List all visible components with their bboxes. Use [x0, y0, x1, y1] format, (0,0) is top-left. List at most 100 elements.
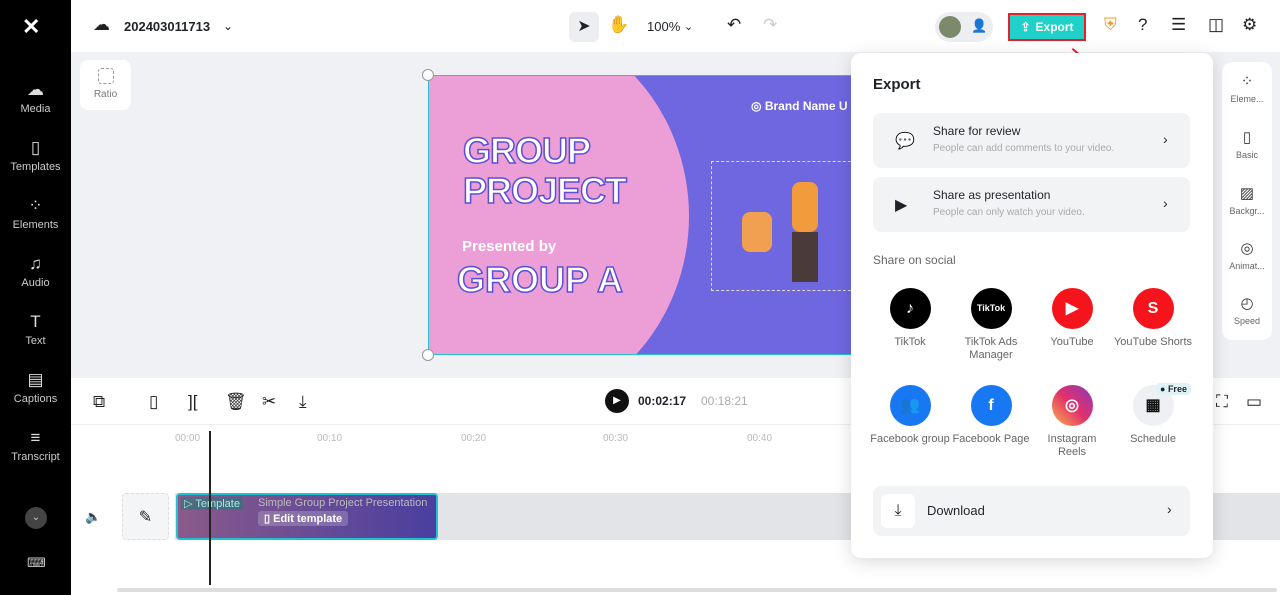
rp-elements[interactable]: ⁘ Eleme...: [1222, 72, 1272, 104]
sidebar-item-templates[interactable]: ▯ Templates: [0, 138, 71, 173]
resize-handle[interactable]: [422, 69, 434, 81]
chevron-right-icon: ›: [1163, 131, 1168, 147]
shield-icon[interactable]: ⛨: [1104, 15, 1117, 35]
project-name[interactable]: 202403011713: [124, 19, 210, 34]
download-button[interactable]: ⤓ Download ›: [873, 486, 1190, 536]
settings-icon[interactable]: ⚙: [1242, 15, 1257, 35]
feedback-icon[interactable]: ▭: [1246, 392, 1262, 412]
free-badge: ● Free: [1156, 383, 1191, 395]
youtube-icon: ▶: [1051, 288, 1093, 329]
help-icon[interactable]: ?: [1138, 15, 1147, 35]
current-time: 00:02:17: [638, 394, 687, 408]
rp-speed[interactable]: ◴ Speed: [1222, 294, 1272, 326]
volume-icon[interactable]: 🔈: [85, 509, 101, 525]
comment-icon: 💬: [895, 133, 915, 150]
layout-icon[interactable]: ◫: [1208, 15, 1224, 35]
download-icon[interactable]: ⤓: [299, 392, 307, 412]
undo-icon[interactable]: ↶: [727, 15, 741, 35]
sidebar-item-audio[interactable]: ♫ Audio: [0, 254, 71, 289]
sidebar-item-media[interactable]: ☁ Media: [0, 80, 71, 115]
hand-tool-icon[interactable]: ✋: [608, 15, 629, 35]
duplicate-icon[interactable]: ⧉: [93, 392, 105, 412]
share-youtube[interactable]: ▶ YouTube: [1032, 288, 1112, 349]
video-clip[interactable]: ▷ Template Simple Group Project Presenta…: [176, 493, 438, 540]
facebook-page-icon: f: [970, 385, 1012, 426]
label: Elements: [12, 219, 59, 231]
rp-animation[interactable]: ◎ Animat...: [1222, 239, 1272, 271]
capcut-logo[interactable]: ✕: [22, 14, 40, 40]
social-label: Schedule: [1130, 433, 1176, 445]
elements-icon: ⁘: [1240, 73, 1254, 90]
ratio-label: Ratio: [93, 89, 118, 100]
export-popup: Export 💬 Share for review People can add…: [851, 53, 1213, 558]
facebook-group-icon: 👥: [889, 385, 931, 426]
rp-basic[interactable]: ▯ Basic: [1222, 128, 1272, 160]
trim-icon[interactable]: ][: [188, 392, 197, 412]
export-button[interactable]: ⇪ Export: [1008, 13, 1086, 41]
popup-title: Export: [873, 76, 921, 93]
split-icon[interactable]: ▯: [149, 392, 158, 412]
redo-icon[interactable]: ↷: [763, 15, 777, 35]
add-user-icon[interactable]: 👤: [971, 18, 987, 34]
collaborators[interactable]: 👤: [935, 12, 993, 42]
rp-background[interactable]: ▨ Backgr...: [1222, 184, 1272, 216]
group-name: GROUP A: [456, 258, 624, 301]
share-tiktok-ads-manager[interactable]: TikTok TikTok Ads Manager: [951, 288, 1031, 362]
ratio-button[interactable]: Ratio: [80, 60, 131, 110]
chevron-right-icon: ›: [1167, 501, 1172, 517]
share-youtube-shorts[interactable]: S YouTube Shorts: [1113, 288, 1193, 349]
social-label: Instagram Reels: [1047, 433, 1097, 458]
share-for-review[interactable]: 💬 Share for review People can add commen…: [873, 113, 1190, 168]
cut-icon[interactable]: ✂: [262, 392, 276, 412]
edit-template-button[interactable]: ▯ Edit template: [258, 511, 349, 526]
tiktok-ads-icon: TikTok: [970, 288, 1012, 329]
horizontal-scrollbar[interactable]: [117, 588, 1277, 592]
sidebar-item-transcript[interactable]: ≡ Transcript: [0, 428, 71, 463]
sidebar-item-captions[interactable]: ▤ Captions: [0, 370, 71, 405]
zoom-level[interactable]: 100%: [647, 19, 680, 34]
share-as-presentation[interactable]: ▶ Share as presentation People can only …: [873, 177, 1190, 232]
download-icon: ⤓: [881, 494, 915, 528]
youtube-shorts-icon: S: [1132, 288, 1174, 329]
slide-title: GROUP PROJECT: [462, 130, 628, 212]
chevron-down-icon[interactable]: ⌄: [223, 19, 233, 33]
video-preview[interactable]: GROUP PROJECT Presented by GROUP A ◎ Bran…: [428, 75, 858, 355]
share-facebook-group[interactable]: 👥 Facebook group: [870, 385, 950, 446]
social-label: Facebook Page: [952, 433, 1030, 445]
cover-edit-button[interactable]: ✎: [122, 493, 169, 540]
keyboard-icon[interactable]: ⌨: [27, 555, 46, 571]
cloud-saved-icon: ☁: [93, 15, 110, 34]
play-button[interactable]: ▶: [605, 389, 629, 413]
fullscreen-icon[interactable]: ⛶: [1216, 392, 1228, 412]
share-instagram-reels[interactable]: ◎ Instagram Reels: [1032, 385, 1112, 459]
tick: 00:00: [175, 433, 201, 444]
cloud-upload-icon: ☁: [27, 80, 44, 99]
presentation-icon: ▶: [895, 197, 908, 214]
music-icon: ♫: [29, 254, 42, 273]
title: Share for review: [933, 124, 1021, 138]
social-heading: Share on social: [873, 253, 956, 267]
social-label: YouTube: [1050, 336, 1094, 348]
upload-icon: ⇪: [1020, 20, 1031, 34]
expand-more-button[interactable]: ⌄: [25, 507, 47, 529]
pink-shape: [429, 76, 689, 354]
chevron-down-icon[interactable]: ⌄: [684, 20, 693, 33]
playhead[interactable]: [209, 431, 211, 585]
share-facebook-page[interactable]: f Facebook Page: [951, 385, 1031, 446]
background-icon: ▨: [1239, 185, 1255, 202]
share-tiktok[interactable]: ♪ TikTok: [870, 288, 950, 349]
sidebar-item-elements[interactable]: ⁘ Elements: [0, 196, 71, 231]
resize-handle[interactable]: [422, 349, 434, 361]
instagram-icon: ◎: [1051, 385, 1093, 426]
delete-icon[interactable]: 🗑: [225, 392, 247, 412]
tick: 00:30: [603, 433, 629, 444]
captions-icon: ▤: [27, 370, 44, 389]
label: Media: [20, 103, 51, 115]
avatar: [939, 16, 961, 38]
layers-icon[interactable]: ☰: [1171, 15, 1186, 35]
sidebar-item-text[interactable]: T Text: [0, 312, 71, 347]
select-tool-icon[interactable]: ➤: [569, 12, 599, 42]
label: Captions: [13, 393, 58, 405]
social-label: Facebook group: [870, 433, 950, 445]
label: Text: [25, 335, 46, 347]
